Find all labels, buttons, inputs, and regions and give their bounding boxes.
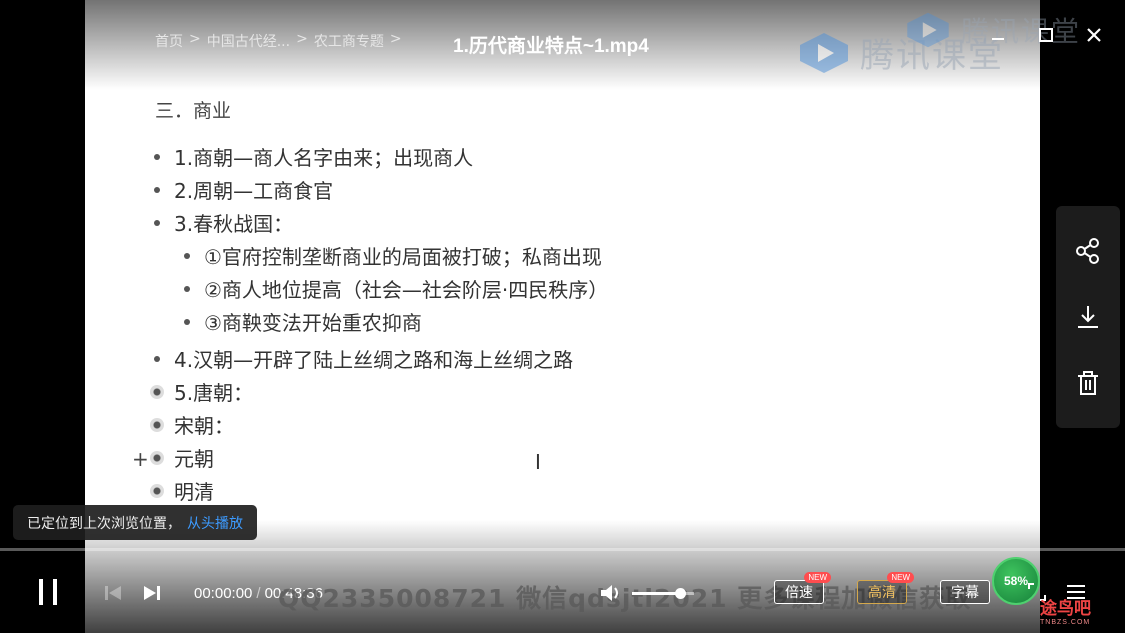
- text-cursor-icon: I: [535, 450, 541, 474]
- speed-button[interactable]: 倍速 NEW: [774, 572, 831, 604]
- site-logo-url: TNBZS.COM: [1040, 619, 1091, 626]
- slide-bullet-item: 明清: [150, 474, 608, 507]
- bullet-dot-icon: [154, 186, 160, 193]
- trash-icon[interactable]: [1072, 367, 1104, 399]
- quality-button[interactable]: 高清 NEW: [857, 572, 914, 604]
- slide-bullet-item: 4.汉朝—开辟了陆上丝绸之路和海上丝绸之路: [150, 342, 608, 375]
- progress-bar[interactable]: [0, 548, 1125, 551]
- slide-bullet-text: 3.春秋战国：: [174, 212, 294, 236]
- slide-bullet-item: 5.唐朝：: [150, 375, 608, 408]
- slide-section-title: 三．商业: [155, 100, 232, 122]
- breadcrumb-separator: >: [296, 31, 308, 47]
- slide-bullet-text: 宋朝：: [174, 414, 234, 438]
- slide-bullet-text: ①官府控制垄断商业的局面被打破；私商出现: [204, 245, 602, 269]
- bullet-dot-icon: [150, 384, 164, 399]
- slide-bullet-item: ①官府控制垄断商业的局面被打破；私商出现: [150, 239, 608, 272]
- replay-from-start-link[interactable]: 从头播放: [187, 513, 243, 533]
- volume-fill: [632, 592, 681, 595]
- bullet-dot-icon: [150, 483, 164, 498]
- volume-icon[interactable]: [598, 581, 624, 605]
- watermark-logo-icon: [800, 32, 848, 73]
- close-icon[interactable]: [1083, 24, 1105, 46]
- slide-bullet-text: 元朝: [174, 447, 214, 471]
- speed-label: 倍速: [785, 585, 813, 601]
- bullet-dot-icon: [154, 355, 160, 362]
- side-action-panel: [1056, 206, 1120, 428]
- bullet-dot-icon: [154, 153, 160, 160]
- new-badge: NEW: [887, 572, 914, 583]
- breadcrumb-topic[interactable]: 农工商专题: [314, 31, 384, 51]
- restore-icon[interactable]: [1035, 24, 1057, 46]
- pause-icon[interactable]: [34, 577, 62, 607]
- bullet-dot-icon: [184, 252, 190, 259]
- slide-bullet-item: 宋朝：: [150, 408, 608, 441]
- slide-bullet-text: ②商人地位提高（社会—社会阶层·四民秩序）: [204, 278, 609, 302]
- quality-label: 高清: [868, 585, 896, 601]
- toast-message: 已定位到上次浏览位置，: [27, 515, 181, 532]
- subtitle-label: 字幕: [951, 585, 979, 601]
- slide-bullet-text: 2.周朝—工商食官: [174, 179, 334, 203]
- volume-slider[interactable]: [632, 588, 694, 599]
- subtitle-button[interactable]: 字幕: [940, 580, 990, 604]
- slide-bullet-item: 2.周朝—工商食官: [150, 173, 608, 206]
- bullet-dot-icon: [150, 450, 164, 465]
- bullet-dot-icon: [184, 285, 190, 292]
- bullet-dot-icon: [154, 219, 160, 226]
- player-controls: 00:00:00/00:48:36 QQ2335008721 微信qdsjtl2…: [0, 557, 1125, 625]
- slide-bullet-text: 4.汉朝—开辟了陆上丝绸之路和海上丝绸之路: [174, 348, 574, 372]
- window-controls: [987, 24, 1105, 46]
- breadcrumb-separator: >: [389, 31, 402, 47]
- slide-bullet-text: 5.唐朝：: [174, 381, 254, 405]
- bullet-dot-icon: [184, 318, 190, 325]
- slide-bullet-text: 明清: [174, 480, 214, 504]
- slide-bullet-item: 1.商朝—商人名字由来；出现商人: [150, 140, 608, 173]
- slide-bullet-text: ③商鞅变法开始重农抑商: [204, 311, 422, 335]
- breadcrumb-separator: >: [189, 31, 201, 47]
- next-icon[interactable]: [141, 583, 163, 603]
- bullet-dot-icon: [150, 417, 164, 432]
- plus-mark: +: [132, 447, 149, 471]
- prev-icon[interactable]: [102, 583, 124, 603]
- new-badge: NEW: [804, 572, 831, 583]
- site-logo-name: 途鸟吧: [1040, 599, 1091, 619]
- breadcrumb-home[interactable]: 首页: [155, 31, 183, 51]
- breadcrumb-course[interactable]: 中国古代经...: [207, 31, 290, 51]
- minimize-icon[interactable]: [987, 24, 1009, 46]
- breadcrumb: 首页 > 中国古代经... > 农工商专题 >: [155, 31, 402, 51]
- slide-bullet-item: ②商人地位提高（社会—社会阶层·四民秩序）: [150, 272, 608, 305]
- share-icon[interactable]: [1072, 235, 1104, 267]
- current-time: 00:00:00: [194, 585, 253, 602]
- slide-bullet-text: 1.商朝—商人名字由来；出现商人: [174, 146, 474, 170]
- download-icon[interactable]: [1072, 301, 1104, 333]
- watermark-logo-icon: [907, 12, 949, 48]
- time-separator: /: [256, 585, 261, 602]
- slide-bullet-item: ③商鞅变法开始重农抑商: [150, 305, 608, 338]
- resume-toast: 已定位到上次浏览位置， 从头播放: [13, 505, 257, 540]
- site-logo: 途鸟吧 TNBZS.COM: [1040, 594, 1091, 626]
- slide-bullet-item: 3.春秋战国：: [150, 206, 608, 239]
- video-title: 1.历代商业特点~1.mp4: [453, 36, 649, 57]
